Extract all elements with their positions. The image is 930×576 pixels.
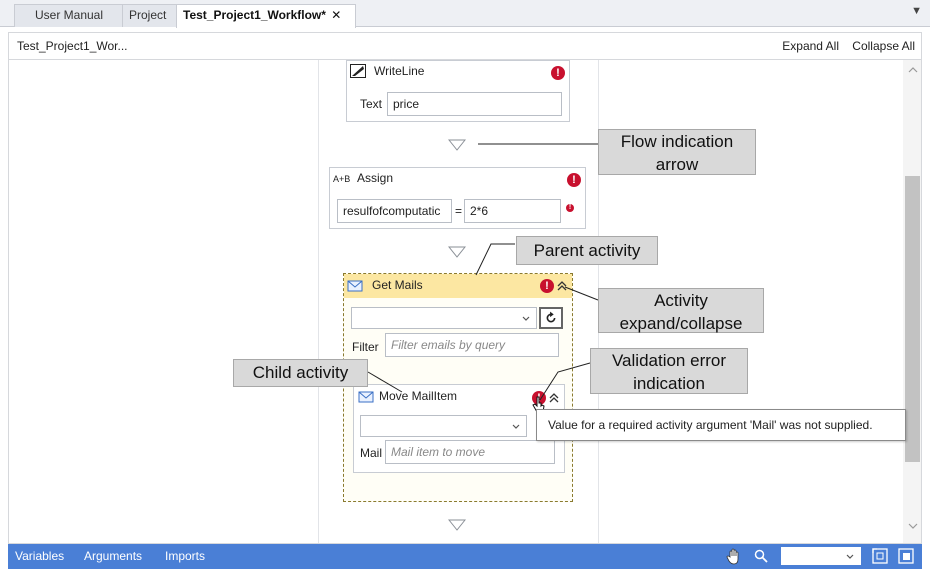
- chevron-down-icon: [846, 554, 854, 559]
- arguments-tab[interactable]: Arguments: [84, 549, 142, 563]
- callout-activity-expand-collapse: Activity expand/collapse: [598, 288, 764, 333]
- validation-tooltip: Value for a required activity argument '…: [536, 409, 906, 441]
- callout-validation-error-indication: Validation error indication: [590, 348, 748, 394]
- pan-hand-icon[interactable]: [726, 548, 742, 565]
- zoom-dropdown[interactable]: [781, 547, 861, 565]
- search-icon[interactable]: [754, 549, 768, 563]
- overview-map-icon[interactable]: [898, 548, 914, 564]
- variables-tab[interactable]: Variables: [15, 549, 64, 563]
- designer-bottom-bar: Variables Arguments Imports: [8, 544, 922, 569]
- callout-child-activity: Child activity: [233, 359, 368, 387]
- callout-parent-activity: Parent activity: [516, 236, 658, 265]
- imports-tab[interactable]: Imports: [165, 549, 205, 563]
- callout-leader-lines: [367, 143, 599, 401]
- callout-flow-indication-arrow: Flow indication arrow: [598, 129, 756, 175]
- workflow-designer-window: User Manual Project Test_Project1_Workfl…: [0, 0, 930, 576]
- fit-to-screen-icon[interactable]: [872, 548, 888, 564]
